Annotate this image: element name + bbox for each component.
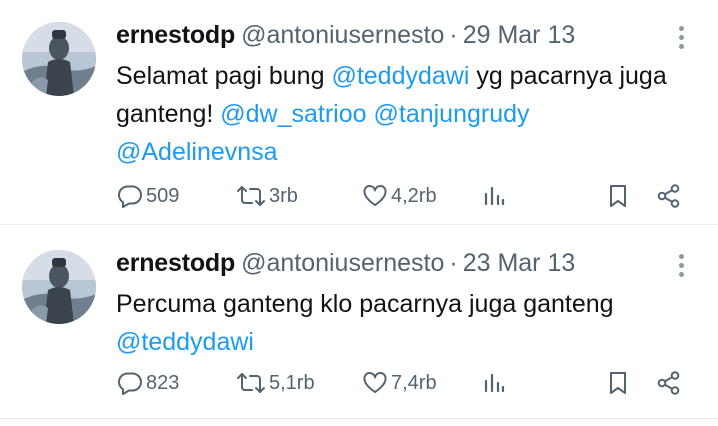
display-name[interactable]: ernestodp xyxy=(116,21,235,49)
tweet[interactable]: ernestodp @antoniusernesto · 29 Mar 13 Sela… xyxy=(0,0,718,225)
separator-dot: · xyxy=(449,249,458,277)
avatar[interactable] xyxy=(22,22,96,96)
reply-button[interactable]: 509 xyxy=(117,178,179,214)
views-button[interactable] xyxy=(482,365,506,401)
action-bar: 509 3rb 4,2rb xyxy=(0,178,718,214)
like-button[interactable]: 4,2rb xyxy=(362,178,437,214)
separator-dot: · xyxy=(449,21,458,49)
display-name[interactable]: ernestodp xyxy=(116,249,235,277)
bookmark-icon xyxy=(610,185,626,207)
tweet-date[interactable]: 29 Mar 13 xyxy=(463,21,576,49)
bookmark-icon xyxy=(610,372,626,394)
repost-icon xyxy=(237,373,265,393)
like-count: 7,4rb xyxy=(391,371,437,394)
like-button[interactable]: 7,4rb xyxy=(362,365,437,401)
avatar[interactable] xyxy=(22,250,96,324)
bookmark-button[interactable] xyxy=(607,178,629,214)
tweet-text: Selamat pagi bung @teddydawi yg pacarnya… xyxy=(116,57,686,171)
tweet-header: ernestodp @antoniusernesto · 23 Mar 13 xyxy=(116,246,575,280)
tweet-header: ernestodp @antoniusernesto · 29 Mar 13 xyxy=(116,18,575,52)
mention-link[interactable]: @tanjungrudy xyxy=(374,100,530,128)
share-button[interactable] xyxy=(656,178,682,214)
tweet[interactable]: ernestodp @antoniusernesto · 23 Mar 13 Perc… xyxy=(0,224,718,419)
views-button[interactable] xyxy=(482,178,506,214)
text-segment: Selamat pagi bung xyxy=(116,62,332,90)
user-handle[interactable]: @antoniusernesto xyxy=(241,249,444,277)
bookmark-button[interactable] xyxy=(607,365,629,401)
repost-count: 3rb xyxy=(269,184,298,207)
user-handle[interactable]: @antoniusernesto xyxy=(241,21,444,49)
reply-button[interactable]: 823 xyxy=(117,365,179,401)
text-segment: Percuma ganteng klo pacarnya juga ganten… xyxy=(116,290,614,318)
repost-button[interactable]: 5,1rb xyxy=(236,365,315,401)
mention-link[interactable]: @teddydawi xyxy=(331,62,469,90)
heart-icon xyxy=(363,371,387,393)
text-segment xyxy=(367,100,374,128)
share-icon xyxy=(657,371,680,395)
repost-count: 5,1rb xyxy=(269,371,315,394)
mention-link[interactable]: @Adelinevnsa xyxy=(116,138,278,166)
reply-count: 823 xyxy=(146,371,180,394)
share-icon xyxy=(657,184,680,208)
tweet-date[interactable]: 23 Mar 13 xyxy=(463,249,576,277)
reply-icon xyxy=(118,185,142,208)
more-vertical-icon[interactable] xyxy=(676,26,688,52)
views-chart-icon xyxy=(484,186,505,206)
repost-button[interactable]: 3rb xyxy=(236,178,298,214)
reply-count: 509 xyxy=(146,184,180,207)
tweet-text: Percuma ganteng klo pacarnya juga ganten… xyxy=(116,285,686,361)
action-bar: 823 5,1rb 7,4rb xyxy=(0,365,718,401)
like-count: 4,2rb xyxy=(391,184,437,207)
more-vertical-icon[interactable] xyxy=(676,254,688,280)
heart-icon xyxy=(363,184,387,206)
repost-icon xyxy=(237,186,265,206)
reply-icon xyxy=(118,372,142,395)
mention-link[interactable]: @teddydawi xyxy=(116,328,254,356)
share-button[interactable] xyxy=(656,365,682,401)
views-chart-icon xyxy=(484,373,505,393)
mention-link[interactable]: @dw_satrioo xyxy=(220,100,366,128)
